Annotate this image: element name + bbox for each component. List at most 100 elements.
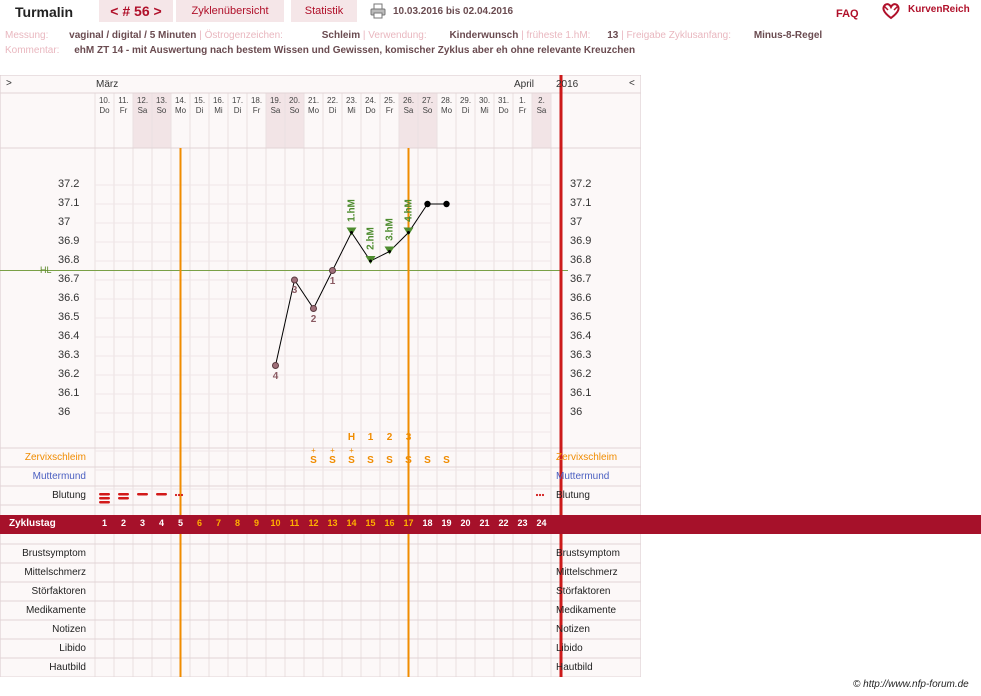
lower-count-label: 2 — [310, 313, 317, 325]
zervix-label-right: Zervixschleim — [556, 452, 618, 463]
day-date: 25. — [383, 96, 396, 105]
day-weekday: Sa — [270, 106, 281, 115]
y-tick-left: 37 — [58, 216, 71, 228]
brand-logo[interactable]: KurvenReich — [908, 4, 970, 15]
y-tick-right: 36.6 — [570, 292, 592, 304]
day-date: 18. — [250, 96, 263, 105]
day-date: 20. — [288, 96, 301, 105]
cycle-day-number: 2 — [120, 518, 126, 528]
day-weekday: Fr — [252, 106, 261, 115]
day-weekday: Sa — [536, 106, 547, 115]
freigabe-label: Freigabe Zyklusanfang: — [626, 30, 732, 41]
day-weekday: Di — [195, 106, 204, 115]
kommentar-value: ehM ZT 14 - mit Auswertung nach bestem W… — [74, 45, 636, 56]
day-weekday: Do — [498, 106, 509, 115]
day-date: 21. — [307, 96, 320, 105]
cycle-day-number: 8 — [234, 518, 240, 528]
cervix-plus: + — [330, 446, 335, 455]
cervix-plus: + — [349, 446, 354, 455]
info-line-1: Messung: vaginal / digital / 5 Minuten |… — [5, 30, 823, 41]
prev-cycle-button[interactable]: > — [6, 78, 12, 89]
cycle-day-number: 18 — [422, 518, 433, 528]
y-tick-left: 36.1 — [58, 387, 80, 399]
cycle-day-number: 16 — [384, 518, 395, 528]
cycle-day-number: 23 — [517, 518, 528, 528]
day-date: 28. — [440, 96, 453, 105]
day-weekday: Mo — [174, 106, 187, 115]
y-tick-left: 36.4 — [58, 330, 80, 342]
cycle-day-number: 14 — [346, 518, 357, 528]
faq-link[interactable]: FAQ — [836, 8, 859, 20]
day-weekday: So — [289, 106, 300, 115]
day-weekday: Do — [365, 106, 376, 115]
peak-mark: 1 — [367, 432, 374, 443]
cycle-day-number: 13 — [327, 518, 338, 528]
y-tick-right: 36.9 — [570, 235, 592, 247]
day-weekday: Sa — [137, 106, 148, 115]
month-label-april: April — [514, 79, 535, 90]
day-date: 12. — [136, 96, 149, 105]
y-tick-left: 36.2 — [58, 368, 80, 380]
y-tick-left: 37.2 — [58, 178, 80, 190]
day-date: 2. — [538, 96, 545, 105]
y-tick-right: 36.8 — [570, 254, 592, 266]
user-name: Turmalin — [15, 4, 74, 20]
cycle-day-number: 24 — [536, 518, 547, 528]
symptom-label-right: Brustsymptom — [556, 548, 620, 559]
cycle-day-number: 3 — [139, 518, 145, 528]
y-tick-left: 36.6 — [58, 292, 80, 304]
cycle-day-number: 15 — [365, 518, 376, 528]
day-date: 29. — [459, 96, 472, 105]
day-date: 19. — [269, 96, 282, 105]
tab-zyklenuebersicht[interactable]: Zyklenübersicht — [176, 0, 284, 22]
day-weekday: Di — [233, 106, 242, 115]
day-date: 1. — [519, 96, 526, 105]
lower-count-label: 3 — [291, 285, 298, 296]
hm-label: 2.hM — [365, 227, 376, 250]
day-weekday: Mo — [440, 106, 453, 115]
day-weekday: So — [156, 106, 167, 115]
y-tick-left: 36.7 — [58, 273, 80, 285]
hm-label: 3.hM — [384, 217, 395, 241]
y-tick-right: 36.2 — [570, 368, 592, 380]
y-tick-left: 36.9 — [58, 235, 80, 247]
next-cycle-button[interactable]: < — [629, 78, 635, 89]
cervix-mark: S — [367, 455, 374, 466]
printer-icon[interactable] — [370, 3, 386, 19]
freigabe-value: Minus-8-Regel — [753, 30, 823, 41]
y-tick-left: 36.5 — [58, 311, 80, 323]
cycle-nav-button[interactable]: < # 56 > — [99, 0, 173, 22]
day-weekday: Mi — [480, 106, 489, 115]
symptom-label-left: Medikamente — [25, 605, 86, 616]
cervix-mark: S — [348, 455, 355, 466]
day-weekday: Fr — [518, 106, 527, 115]
day-weekday: Fr — [119, 106, 128, 115]
symptom-label-left: Libido — [59, 643, 86, 654]
zervix-label: Zervixschleim — [24, 452, 86, 463]
symptom-label-right: Störfaktoren — [556, 586, 611, 597]
cycle-day-number: 21 — [479, 518, 490, 528]
muttermund-label: Muttermund — [32, 471, 86, 482]
symptom-label-left: Hautbild — [49, 662, 86, 673]
y-tick-right: 36 — [570, 406, 583, 418]
messung-label: Messung: — [5, 30, 49, 41]
blutung-label: Blutung — [52, 490, 86, 501]
kommentar-label: Kommentar: — [5, 45, 60, 56]
cycle-day-number: 4 — [158, 518, 164, 528]
day-weekday: Mo — [307, 106, 320, 115]
cycle-day-number: 7 — [215, 518, 221, 528]
cycle-day-number: 6 — [196, 518, 202, 528]
frueheste-value: 13 — [607, 30, 619, 41]
cervix-mark: S — [386, 455, 393, 466]
verwendung-value: Kinderwunsch — [449, 30, 519, 41]
peak-mark: 2 — [386, 432, 393, 443]
cervix-mark: S — [443, 455, 450, 466]
cycle-day-number: 22 — [498, 518, 509, 528]
day-weekday: Mi — [347, 106, 356, 115]
blutung-label-right: Blutung — [556, 490, 590, 501]
symptom-label-left: Störfaktoren — [31, 586, 86, 597]
day-date: 24. — [364, 96, 377, 105]
tab-statistik[interactable]: Statistik — [291, 0, 357, 22]
symptom-label-right: Hautbild — [556, 662, 593, 673]
info-line-2: Kommentar: ehM ZT 14 - mit Auswertung na… — [5, 45, 635, 56]
